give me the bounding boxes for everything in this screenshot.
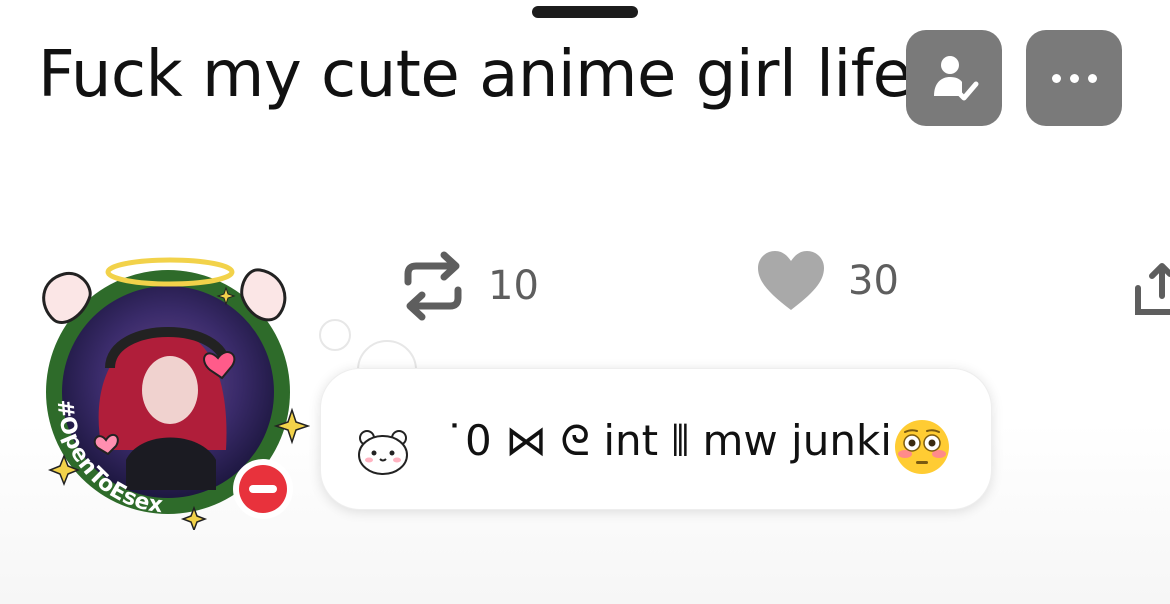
thought-bubble-dot-small [319,319,351,351]
like-count: 30 [848,258,899,304]
bear-face-icon [358,430,408,475]
repost-icon [404,251,462,321]
follow-button[interactable] [906,30,1002,126]
sheet-grabber[interactable] [532,6,638,18]
share-icon [1135,263,1170,315]
more-button[interactable] [1026,30,1122,126]
do-not-disturb-icon [233,459,293,519]
status-text: ˙0 ⋈ ᘓ int ⫴ mw junki [444,416,892,465]
repost-button[interactable]: 10 [400,250,539,322]
avatar[interactable]: #OpenToEsex [30,250,311,533]
more-dots-icon [1051,73,1097,83]
post-text: Fuck my cute anime girl life [38,38,912,112]
heart-icon [758,251,824,310]
repost-count: 10 [488,263,539,309]
person-check-icon [934,56,979,101]
flushed-face-icon [895,420,949,474]
post-sheet: Fuck my cute anime girl life 10 30 #Open… [0,0,1170,604]
share-button[interactable] [1132,260,1170,324]
like-button[interactable]: 30 [756,250,899,312]
